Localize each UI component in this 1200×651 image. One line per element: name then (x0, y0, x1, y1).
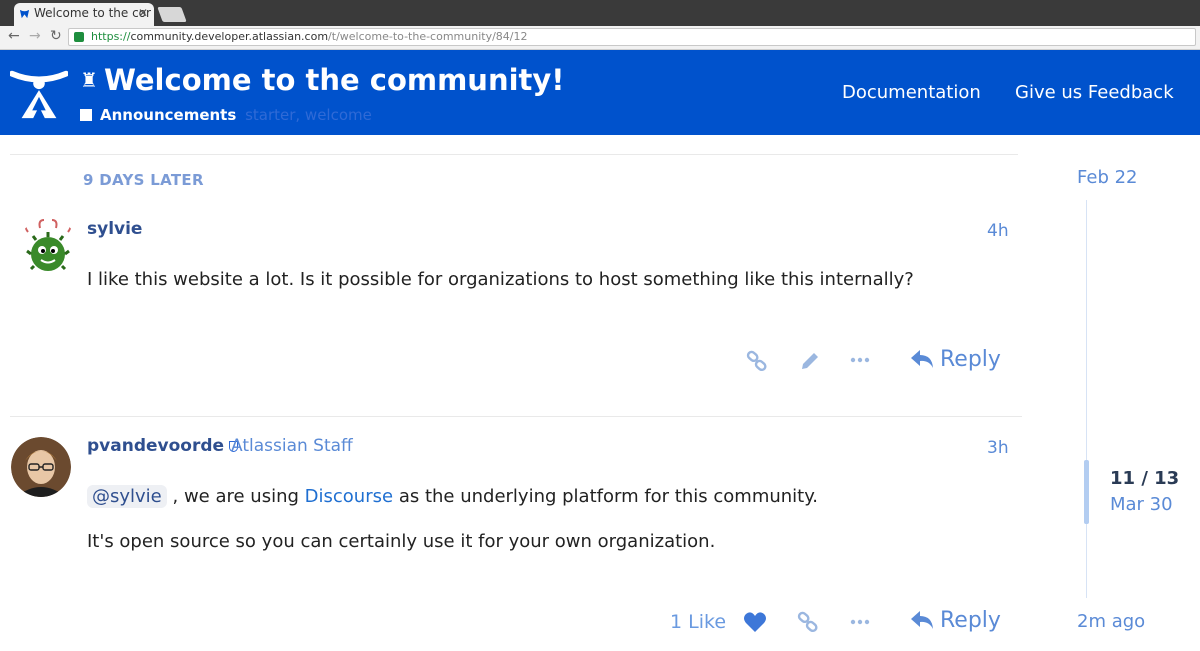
edit-pencil-icon[interactable] (799, 350, 821, 372)
time-gap-label: 9 DAYS LATER (83, 171, 204, 189)
timeline-start-date[interactable]: Feb 22 (1077, 167, 1138, 188)
reply-arrow-icon (911, 350, 933, 368)
post-text-segment: , we are using (172, 486, 299, 507)
reply-button[interactable]: Reply (910, 347, 1001, 372)
site-header: ♜ Welcome to the community! Announcements… (0, 50, 1200, 135)
discourse-link[interactable]: Discourse (305, 486, 393, 507)
more-actions-icon[interactable] (850, 619, 870, 625)
share-link-icon[interactable] (797, 611, 819, 633)
user-mention[interactable]: @sylvie (87, 485, 167, 508)
topic-title[interactable]: ♜ Welcome to the community! (80, 63, 565, 97)
timeline-position-date: Mar 30 (1110, 494, 1173, 515)
user-avatar[interactable] (11, 437, 71, 497)
atlassian-logo-icon[interactable] (10, 64, 68, 122)
pin-icon: ♜ (80, 68, 98, 92)
topic-tags[interactable]: starter, welcome (245, 106, 372, 124)
post-username[interactable]: sylvie (87, 219, 142, 239)
like-heart-icon[interactable] (743, 611, 767, 633)
topic-category: Announcements starter, welcome (80, 106, 372, 124)
reply-arrow-icon (911, 611, 933, 629)
category-link[interactable]: Announcements (100, 106, 236, 124)
reply-label: Reply (940, 347, 1001, 372)
browser-tab[interactable]: Welcome to the cor ✕ (14, 3, 154, 26)
timeline-position: 11 / 13 (1110, 468, 1180, 489)
close-tab-icon[interactable]: ✕ (138, 6, 148, 20)
more-actions-icon[interactable] (850, 357, 870, 363)
documentation-link[interactable]: Documentation (842, 82, 981, 103)
post-time[interactable]: 3h (987, 438, 1009, 458)
feedback-link[interactable]: Give us Feedback (1015, 82, 1174, 103)
share-link-icon[interactable] (746, 350, 768, 372)
timeline-end-date[interactable]: 2m ago (1077, 611, 1145, 632)
divider (10, 416, 1022, 417)
post-body-line-1: @sylvie , we are using Discourse as the … (87, 485, 819, 508)
reload-icon[interactable]: ↻ (50, 28, 62, 44)
browser-tab-title: Welcome to the cor (34, 6, 151, 20)
timeline-scroll-track[interactable] (1086, 200, 1087, 598)
new-tab-button[interactable] (157, 7, 187, 22)
atlassian-favicon-icon (19, 9, 30, 19)
post-body: I like this website a lot. Is it possibl… (87, 269, 914, 290)
secure-lock-icon (74, 32, 84, 42)
forward-icon[interactable]: → (29, 28, 41, 44)
like-count[interactable]: 1 Like (670, 611, 726, 633)
reply-button[interactable]: Reply (910, 608, 1001, 633)
post-username-text: pvandevoorde (87, 436, 225, 456)
url-host: community.developer.atlassian.com (130, 30, 329, 43)
user-avatar[interactable] (18, 218, 78, 278)
address-bar[interactable]: https://community.developer.atlassian.co… (68, 28, 1196, 46)
url-path: /t/welcome-to-the-community/84/12 (328, 30, 528, 43)
timeline-scroll-handle[interactable] (1084, 460, 1089, 524)
back-icon[interactable]: ← (8, 28, 20, 44)
topic-title-text: Welcome to the community! (103, 63, 565, 97)
user-title: Atlassian Staff (231, 436, 353, 456)
category-badge-icon (80, 109, 92, 121)
reply-label: Reply (940, 608, 1001, 633)
url-scheme: https:// (91, 30, 131, 43)
browser-toolbar: ← → ↻ https://community.developer.atlass… (0, 26, 1200, 50)
post-time[interactable]: 4h (987, 221, 1009, 241)
browser-tab-bar: Welcome to the cor ✕ (0, 0, 1200, 26)
post-username[interactable]: pvandevoorde (87, 436, 239, 456)
post-body-line-2: It's open source so you can certainly us… (87, 531, 716, 552)
divider (10, 154, 1018, 155)
post-text-segment: as the underlying platform for this comm… (398, 486, 819, 507)
